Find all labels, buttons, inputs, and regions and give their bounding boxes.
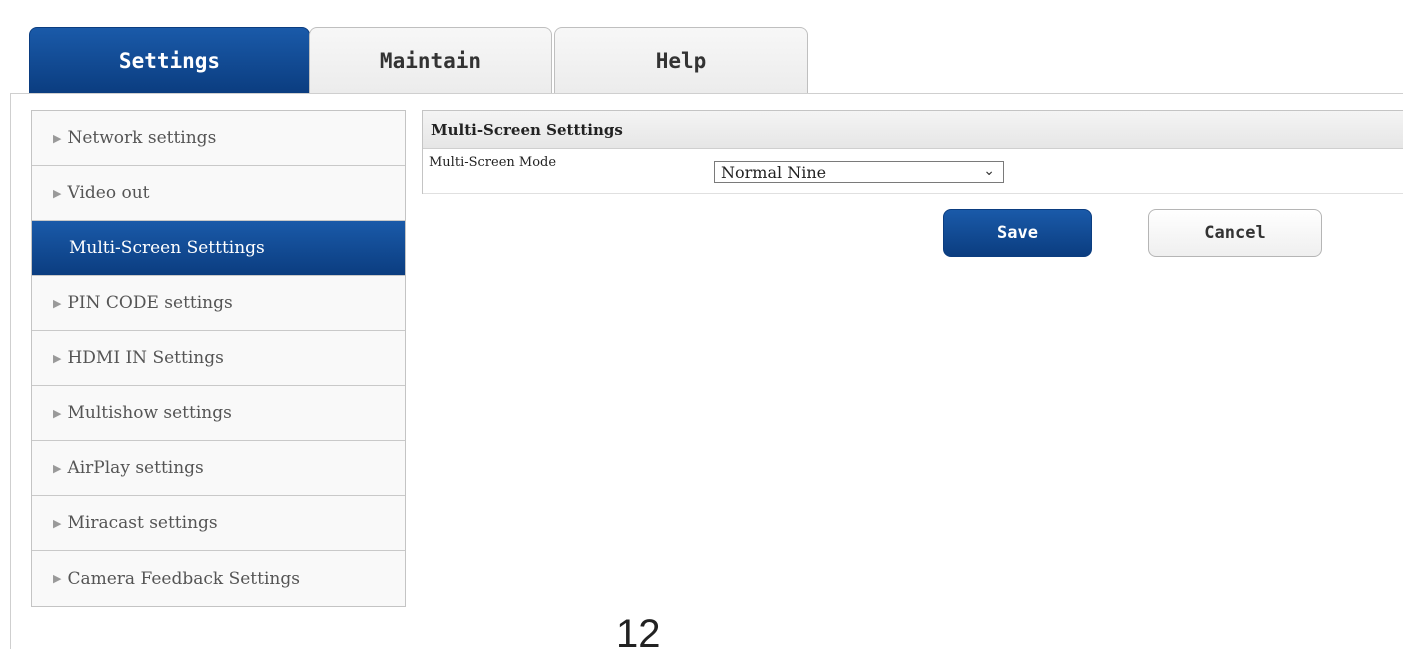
sidebar-item-airplay-settings[interactable]: ▶ AirPlay settings [32,441,405,496]
sidebar-item-miracast-settings[interactable]: ▶ Miracast settings [32,496,405,551]
sidebar-item-label: HDMI IN Settings [67,348,224,368]
chevron-down-icon: ⌄ [983,163,995,179]
multi-screen-mode-select[interactable]: Normal Nine ⌄ [714,161,1004,183]
sidebar-item-label: Multishow settings [67,403,232,423]
tab-help[interactable]: Help [554,27,808,93]
sidebar-item-label: Miracast settings [67,513,218,533]
sidebar-item-pin-code-settings[interactable]: ▶ PIN CODE settings [32,276,405,331]
panel-title: Multi-Screen Setttings [423,111,1403,149]
sidebar-item-label: Video out [67,183,150,203]
content-frame-edge [10,93,11,649]
triangle-right-icon: ▶ [53,296,62,310]
sidebar-item-network-settings[interactable]: ▶ Network settings [32,111,405,166]
triangle-right-icon: ▶ [53,516,62,530]
sidebar-item-multishow-settings[interactable]: ▶ Multishow settings [32,386,405,441]
sidebar-item-label: Camera Feedback Settings [67,568,300,589]
multi-screen-mode-label: Multi-Screen Mode [429,155,557,170]
multi-screen-mode-value: Normal Nine [721,162,827,182]
tab-settings[interactable]: Settings [29,27,310,93]
sidebar-item-label: Multi-Screen Setttings [69,238,265,258]
sidebar-item-camera-feedback-settings[interactable]: ▶ Camera Feedback Settings [32,551,405,606]
save-button[interactable]: Save [943,209,1092,257]
sidebar: ▶ Network settings ▶ Video out Multi-Scr… [31,110,406,607]
tab-maintain[interactable]: Maintain [309,27,552,93]
triangle-right-icon: ▶ [53,131,62,145]
multi-screen-mode-row: Multi-Screen Mode Normal Nine ⌄ [423,149,1403,194]
page-number: 12 [616,612,661,656]
sidebar-item-multi-screen-settings[interactable]: Multi-Screen Setttings [32,221,405,276]
tab-bar-divider [10,93,1403,94]
sidebar-item-video-out[interactable]: ▶ Video out [32,166,405,221]
triangle-right-icon: ▶ [53,351,62,365]
triangle-right-icon: ▶ [53,461,62,475]
multi-screen-settings-panel: Multi-Screen Setttings Multi-Screen Mode… [422,110,1403,194]
sidebar-item-hdmi-in-settings[interactable]: ▶ HDMI IN Settings [32,331,405,386]
sidebar-item-label: PIN CODE settings [67,293,233,313]
sidebar-item-label: Network settings [67,128,217,148]
sidebar-item-label: AirPlay settings [67,458,204,478]
triangle-right-icon: ▶ [53,572,62,585]
triangle-right-icon: ▶ [53,406,62,420]
triangle-right-icon: ▶ [53,186,62,200]
cancel-button[interactable]: Cancel [1148,209,1322,257]
